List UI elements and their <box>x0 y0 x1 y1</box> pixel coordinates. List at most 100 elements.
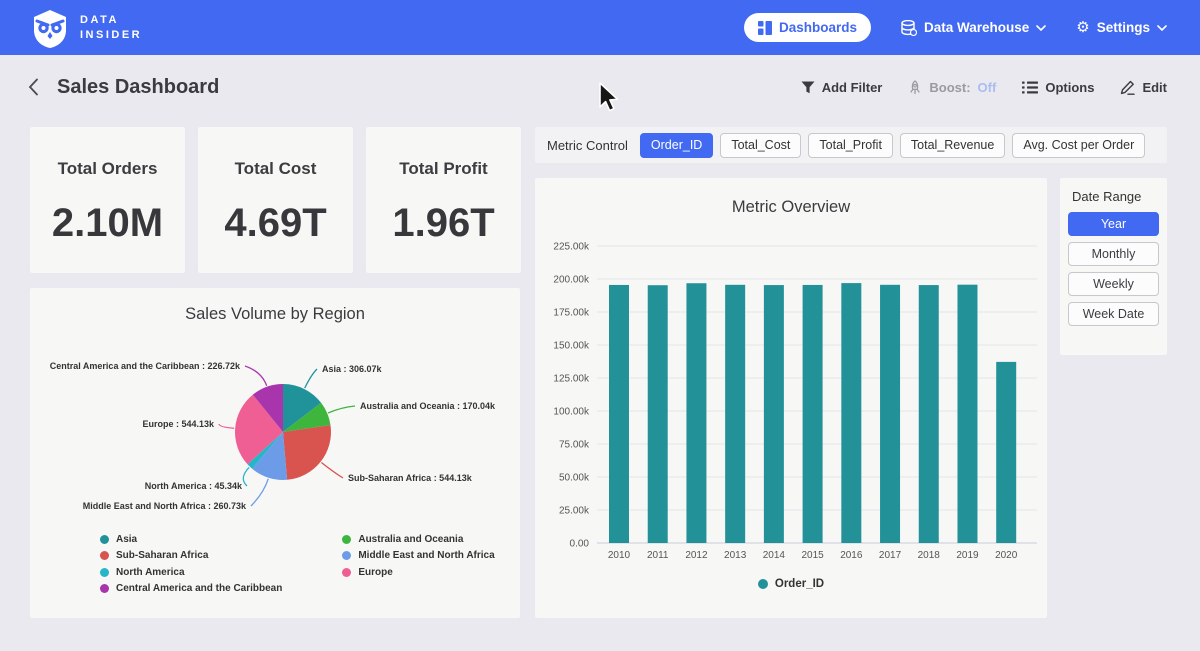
legend-dot <box>100 551 109 560</box>
pie-callout-asia: Asia : 306.07k <box>322 364 383 374</box>
legend-item-australia-and-oceania[interactable]: Australia and Oceania <box>342 531 494 548</box>
sales-volume-pie-chart[interactable]: Asia : 306.07k Australia and Oceania : 17… <box>30 333 520 529</box>
kpi-label: Total Orders <box>30 159 185 179</box>
metric-chip-row: Order_ID Total_Cost Total_Profit Total_Reve… <box>640 133 1152 158</box>
date-range-monthly[interactable]: Monthly <box>1068 242 1159 266</box>
legend-label: Sub-Saharan Africa <box>116 550 208 561</box>
svg-text:25.00k: 25.00k <box>559 506 590 517</box>
settings-label: Settings <box>1097 20 1150 35</box>
legend-label: Australia and Oceania <box>358 534 463 545</box>
dashboard-header: Sales Dashboard Add Filter Boost: Off <box>0 56 1200 118</box>
legend-dot <box>100 535 109 544</box>
pie-slice-sub-saharan-africa[interactable] <box>283 425 331 480</box>
bar-chart-title: Metric Overview <box>535 198 1047 217</box>
kpi-value: 1.96T <box>366 201 521 246</box>
legend-item-central-america-and-the-caribbean[interactable]: Central America and the Caribbean <box>100 581 282 598</box>
pie-callout-australia-and-oceania: Australia and Oceania : 170.04k <box>360 401 496 411</box>
pencil-icon <box>1120 80 1135 95</box>
legend-item-order-id[interactable]: Order_ID <box>758 578 824 590</box>
svg-text:2020: 2020 <box>995 550 1018 561</box>
svg-text:75.00k: 75.00k <box>559 440 590 451</box>
metric-chip-avg-cost-per-order[interactable]: Avg. Cost per Order <box>1012 133 1145 158</box>
options-label: Options <box>1045 80 1094 95</box>
date-range-year[interactable]: Year <box>1068 212 1159 236</box>
page-title: Sales Dashboard <box>57 76 219 99</box>
rocket-icon <box>908 80 922 95</box>
date-range-buttons: Year Monthly Weekly Week Date <box>1060 212 1167 326</box>
chevron-left-icon <box>28 78 39 96</box>
boost-toggle[interactable]: Boost: Off <box>908 80 996 95</box>
date-range-panel: Date Range YearMonthlyWeeklyWeek Date <box>1060 178 1167 355</box>
kpi-value: 4.69T <box>198 201 353 246</box>
pie-callout-europe: Europe : 544.13k <box>142 419 215 429</box>
options-list-icon <box>1022 81 1038 94</box>
svg-text:2018: 2018 <box>918 550 941 561</box>
add-filter-button[interactable]: Add Filter <box>801 80 883 95</box>
pie-callout-middle-east-and-north-africa: Middle East and North Africa : 260.73k <box>83 501 247 511</box>
legend-dot <box>758 579 768 589</box>
legend-item-sub-saharan-africa[interactable]: Sub-Saharan Africa <box>100 548 282 565</box>
svg-text:150.00k: 150.00k <box>553 341 590 352</box>
legend-label: Middle East and North Africa <box>358 550 494 561</box>
svg-text:225.00k: 225.00k <box>553 242 590 253</box>
kpi-label: Total Profit <box>366 159 521 179</box>
filter-funnel-icon <box>801 81 815 94</box>
dashboard-grid-icon <box>758 21 772 35</box>
legend-item-middle-east-and-north-africa[interactable]: Middle East and North Africa <box>342 548 494 565</box>
dashboards-button[interactable]: Dashboards <box>744 13 871 42</box>
svg-text:200.00k: 200.00k <box>553 275 590 286</box>
metric-overview-bar-chart[interactable]: 0.0025.00k50.00k75.00k100.00k125.00k150.… <box>535 224 1047 572</box>
owl-logo-icon <box>30 8 70 48</box>
sales-volume-card: Sales Volume by Region Asia : 306.07k Aus… <box>30 288 520 618</box>
legend-dot <box>100 584 109 593</box>
metric-chip-order-id[interactable]: Order_ID <box>640 133 713 158</box>
gear-icon: ⚙ <box>1076 20 1089 35</box>
top-navbar: DATA INSIDER Dashboards Data Warehouse <box>0 0 1200 55</box>
pie-callout-sub-saharan-africa: Sub-Saharan Africa : 544.13k <box>348 473 473 483</box>
app-name: DATA INSIDER <box>80 13 142 43</box>
svg-text:2016: 2016 <box>840 550 863 561</box>
pie-chart-legend: Asia Sub-Saharan Africa North America Centr… <box>100 531 495 597</box>
metric-control-label: Metric Control <box>547 138 628 153</box>
legend-item-asia[interactable]: Asia <box>100 531 282 548</box>
metric-chip-total-revenue[interactable]: Total_Revenue <box>900 133 1005 158</box>
metric-chip-total-profit[interactable]: Total_Profit <box>808 133 893 158</box>
svg-text:2011: 2011 <box>647 550 669 561</box>
edit-button[interactable]: Edit <box>1120 80 1167 95</box>
svg-text:2014: 2014 <box>763 550 786 561</box>
data-warehouse-menu[interactable]: Data Warehouse <box>901 20 1046 36</box>
legend-dot <box>342 535 351 544</box>
kpi-card-total-profit: Total Profit 1.96T <box>366 127 521 273</box>
pie-callout-central-america-and-the-caribbean: Central America and the Caribbean : 226.… <box>50 361 241 371</box>
legend-item-north-america[interactable]: North America <box>100 564 282 581</box>
legend-item-europe[interactable]: Europe <box>342 564 494 581</box>
legend-label: Asia <box>116 534 137 545</box>
boost-label: Boost: <box>929 80 970 95</box>
svg-text:175.00k: 175.00k <box>553 308 590 319</box>
metric-control-bar: Metric Control Order_ID Total_Cost Total_P… <box>535 127 1167 163</box>
pie-chart-title: Sales Volume by Region <box>30 305 520 324</box>
kpi-card-total-cost: Total Cost 4.69T <box>198 127 353 273</box>
svg-text:50.00k: 50.00k <box>559 473 590 484</box>
svg-text:2015: 2015 <box>801 550 824 561</box>
boost-value: Off <box>978 80 997 95</box>
legend-dot <box>100 568 109 577</box>
back-button[interactable] <box>28 78 39 96</box>
date-range-weekly[interactable]: Weekly <box>1068 272 1159 296</box>
kpi-card-total-orders: Total Orders 2.10M <box>30 127 185 273</box>
options-button[interactable]: Options <box>1022 80 1094 95</box>
svg-text:2013: 2013 <box>724 550 747 561</box>
edit-label: Edit <box>1142 80 1167 95</box>
legend-dot <box>342 568 351 577</box>
metric-chip-total-cost[interactable]: Total_Cost <box>720 133 801 158</box>
sales-dashboard-page: { "colors": { "accent_blue": "#4169f1", … <box>0 0 1200 651</box>
date-range-week-date[interactable]: Week Date <box>1068 302 1159 326</box>
bar-chart-legend: Order_ID <box>535 578 1047 590</box>
legend-label: Europe <box>358 567 392 578</box>
chevron-down-icon <box>1157 25 1167 31</box>
add-filter-label: Add Filter <box>822 80 883 95</box>
settings-menu[interactable]: ⚙ Settings <box>1076 20 1167 35</box>
database-icon <box>901 20 917 36</box>
legend-label: Central America and the Caribbean <box>116 583 282 594</box>
svg-text:125.00k: 125.00k <box>553 374 590 385</box>
